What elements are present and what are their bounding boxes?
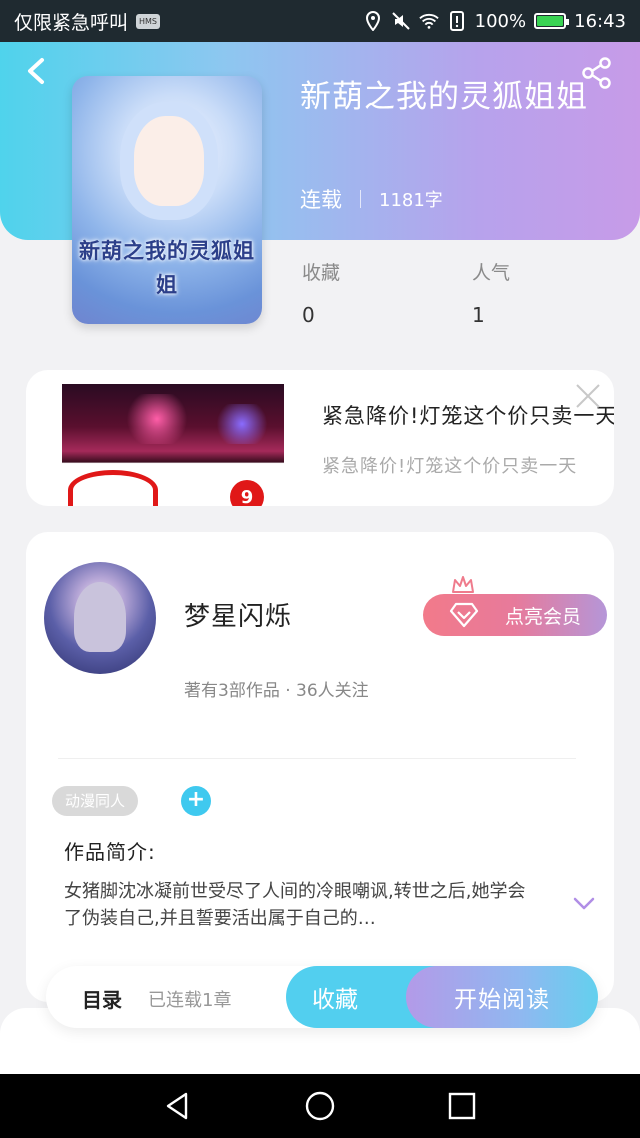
- chevron-down-icon[interactable]: [572, 896, 596, 912]
- book-meta: 连载 1181字: [300, 184, 443, 214]
- avatar[interactable]: [44, 562, 156, 674]
- wifi-icon: [418, 11, 439, 31]
- system-nav-bar: [0, 1074, 640, 1138]
- location-icon: [363, 11, 383, 31]
- chapter-count: 已连载1章: [148, 990, 232, 1011]
- nav-back-icon[interactable]: [162, 1090, 194, 1122]
- author-name[interactable]: 梦星闪烁: [184, 596, 292, 633]
- book-status: 连载: [300, 188, 342, 212]
- stat-value: 1: [472, 303, 485, 327]
- close-icon[interactable]: [574, 382, 602, 410]
- synopsis-label: 作品简介:: [64, 840, 156, 864]
- toc-button[interactable]: 目录: [82, 984, 122, 1013]
- ad-subtitle: 紧急降价!灯笼这个价只卖一天: [322, 456, 578, 477]
- meta-divider: [360, 190, 361, 208]
- carrier-info: 仅限紧急呼叫 HMS: [14, 8, 161, 35]
- ad-banner[interactable]: 9 紧急降价!灯笼这个价只卖一天 紧急降价!灯笼这个价只卖一天: [26, 370, 614, 506]
- book-cover[interactable]: 新葫之我的灵狐姐姐: [72, 76, 262, 324]
- diamond-icon: [449, 601, 479, 629]
- start-reading-label: 开始阅读: [454, 987, 550, 1013]
- divider: [58, 758, 576, 759]
- action-bar: 目录 已连载1章 收藏 开始阅读: [46, 966, 598, 1028]
- back-icon[interactable]: [20, 54, 54, 88]
- alert-icon: [447, 11, 467, 31]
- carrier-text: 仅限紧急呼叫: [14, 11, 129, 34]
- synopsis-text: 女猪脚沈冰凝前世受尽了人间的冷眼嘲讽,转世之后,她学会了伪装自己,并且誓要活出属…: [64, 881, 526, 929]
- lantern-graphic: [68, 470, 158, 506]
- nav-home-icon[interactable]: [304, 1090, 336, 1122]
- battery-percent: 100%: [474, 10, 527, 32]
- status-icons: 100% 16:43: [363, 11, 626, 32]
- word-count: 1181字: [379, 190, 443, 211]
- battery-icon: [534, 13, 570, 29]
- stat-value: 0: [302, 303, 315, 327]
- cover-title: 新葫之我的灵狐姐姐: [79, 239, 255, 297]
- stat-favorites: 收藏 0: [302, 258, 422, 327]
- vip-button[interactable]: 点亮会员: [423, 594, 607, 636]
- hms-badge: HMS: [136, 13, 161, 29]
- book-title: 新葫之我的灵狐姐姐: [300, 79, 588, 115]
- stat-label: 人气: [472, 262, 511, 284]
- ad-image: 9: [62, 384, 284, 506]
- start-reading-button[interactable]: 开始阅读: [406, 966, 598, 1028]
- author-info: 著有3部作品 · 36人关注: [184, 681, 369, 701]
- nav-recent-icon[interactable]: [448, 1092, 476, 1120]
- add-tag-button[interactable]: +: [181, 786, 211, 816]
- cover-artwork: 新葫之我的灵狐姐姐: [72, 76, 262, 324]
- stat-popularity: 人气 1: [472, 258, 592, 327]
- author-card: 梦星闪烁 著有3部作品 · 36人关注 点亮会员 动漫同人 + 作品简介: 女猪…: [26, 532, 614, 1002]
- ad-title: 紧急降价!灯笼这个价只卖一天: [322, 404, 614, 428]
- cover-character: [134, 116, 204, 206]
- genre-tag[interactable]: 动漫同人: [52, 786, 139, 816]
- stat-label: 收藏: [302, 262, 341, 284]
- status-bar: 仅限紧急呼叫 HMS 100% 16:43: [0, 0, 640, 42]
- ad-price-badge: 9: [230, 480, 264, 506]
- mute-icon: [391, 11, 411, 31]
- favorite-label: 收藏: [312, 987, 358, 1013]
- crown-icon: [450, 574, 476, 596]
- vip-label: 点亮会员: [504, 605, 581, 628]
- clock: 16:43: [574, 10, 626, 32]
